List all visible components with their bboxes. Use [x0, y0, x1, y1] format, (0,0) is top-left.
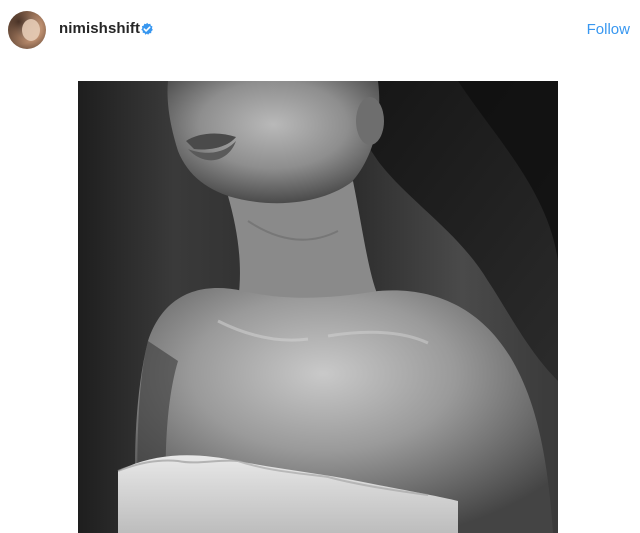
verified-badge-icon: [141, 22, 153, 35]
post-image: [78, 81, 558, 533]
follow-button[interactable]: Follow: [587, 20, 630, 40]
post-header: nimishshift Follow: [0, 0, 640, 62]
avatar[interactable]: [8, 11, 46, 49]
username[interactable]: nimishshift: [59, 19, 140, 39]
post-photo[interactable]: [78, 81, 558, 533]
avatar-face: [22, 19, 40, 41]
